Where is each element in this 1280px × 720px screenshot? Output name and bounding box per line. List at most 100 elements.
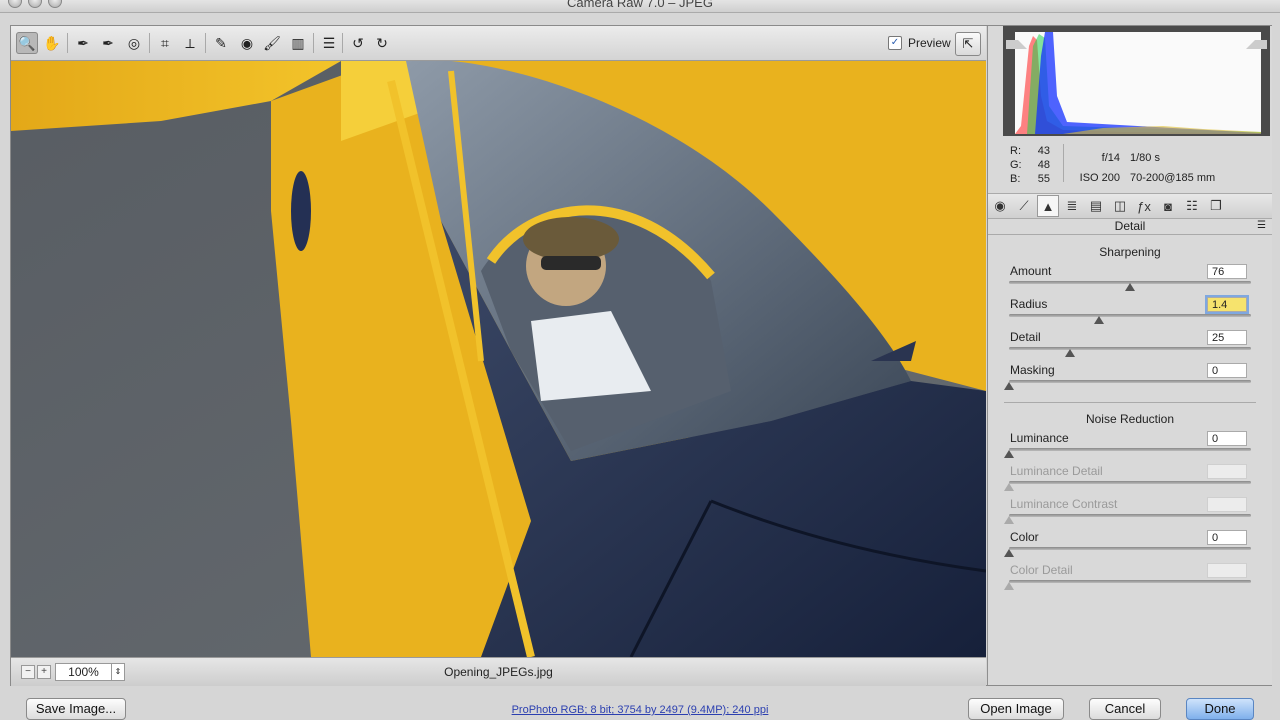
rotate-left-tool[interactable]: ↺: [347, 32, 369, 54]
section-divider: [1004, 402, 1256, 403]
preferences-icon: ☰: [322, 34, 336, 51]
highlight-clipping-toggle[interactable]: [1246, 30, 1267, 49]
color-slider-row: Color 0: [988, 530, 1272, 560]
r-value: 43: [1037, 145, 1050, 157]
graduated-filter-tool[interactable]: ▥: [287, 32, 309, 54]
rotate-right-tool[interactable]: ↻: [371, 32, 393, 54]
zoom-icon: 🔍: [18, 34, 36, 51]
spot-removal-icon: ✎: [215, 34, 227, 51]
toolbar-separator: [313, 33, 314, 53]
crop-tool[interactable]: ⌗: [154, 32, 176, 54]
color-value-field[interactable]: 0: [1207, 530, 1247, 545]
color-label: Color: [1010, 530, 1039, 544]
red-eye-icon: ◉: [240, 34, 254, 51]
luminance-contrast-value-field: [1207, 497, 1247, 512]
r-label: R:: [1010, 145, 1021, 157]
toolbar-separator: [67, 33, 68, 53]
b-value: 55: [1037, 173, 1050, 185]
detail-label: Detail: [1010, 330, 1041, 344]
toolbar-separator: [149, 33, 150, 53]
radius-slider-thumb[interactable]: [1093, 316, 1104, 324]
iso: ISO 200: [1079, 172, 1120, 184]
cancel-button[interactable]: Cancel: [1089, 698, 1161, 720]
detail-slider-track[interactable]: [1009, 347, 1251, 350]
targeted-adjustment-icon: ◎: [127, 34, 141, 51]
split-toning-icon[interactable]: ▤: [1085, 195, 1107, 217]
histogram-graph: [1015, 32, 1261, 134]
color-detail-slider-row: Color Detail: [988, 563, 1272, 593]
luminance-label: Luminance: [1010, 431, 1069, 445]
detail-slider-thumb[interactable]: [1064, 349, 1075, 357]
fullscreen-button[interactable]: ⇱: [955, 32, 981, 56]
luminance-value-field[interactable]: 0: [1207, 431, 1247, 446]
workflow-options-link[interactable]: ProPhoto RGB; 8 bit; 3754 by 2497 (9.4MP…: [0, 704, 1280, 716]
preview-label: Preview: [908, 36, 951, 50]
color-slider-track[interactable]: [1009, 547, 1251, 550]
color-slider-thumb[interactable]: [1004, 549, 1014, 557]
toolbar-separator: [342, 33, 343, 53]
luminance-contrast-slider-row: Luminance Contrast: [988, 497, 1272, 527]
masking-slider-track[interactable]: [1009, 380, 1251, 383]
tone-curve-icon[interactable]: ⟋: [1013, 195, 1035, 217]
hsl-icon[interactable]: ≣: [1061, 195, 1083, 217]
straighten-icon: ⟂: [185, 34, 195, 51]
lens: 70-200@185 mm: [1130, 172, 1216, 184]
masking-slider-row: Masking 0: [988, 363, 1272, 393]
snapshots-icon[interactable]: ❐: [1205, 195, 1227, 217]
masking-value-field[interactable]: 0: [1207, 363, 1247, 378]
adjustment-brush-tool[interactable]: 🖌: [261, 32, 283, 54]
presets-icon[interactable]: ☷: [1181, 195, 1203, 217]
masking-slider-thumb[interactable]: [1004, 382, 1014, 390]
hand-tool[interactable]: ✋: [41, 32, 63, 54]
masking-label: Masking: [1010, 363, 1055, 377]
radius-value-field[interactable]: 1.4: [1207, 297, 1247, 312]
zoom-tool[interactable]: 🔍: [16, 32, 38, 54]
luminance-slider-track[interactable]: [1009, 448, 1251, 451]
radius-label: Radius: [1010, 297, 1048, 311]
shadow-clipping-toggle[interactable]: [1006, 30, 1027, 49]
image-preview[interactable]: [11, 61, 986, 657]
luminance-contrast-slider-track: [1009, 514, 1251, 517]
basic-icon[interactable]: ◉: [989, 195, 1011, 217]
g-value: 48: [1037, 159, 1050, 171]
luminance-detail-slider-thumb: [1004, 483, 1014, 491]
image-status-bar: − + 100% ⇕ Opening_JPEGs.jpg: [11, 657, 986, 686]
color-detail-value-field: [1207, 563, 1247, 578]
detail-value-field[interactable]: 25: [1207, 330, 1247, 345]
window-titlebar: Camera Raw 7.0 – JPEG: [0, 0, 1280, 13]
rotate-left-icon: ↺: [352, 34, 364, 51]
camera-calibration-icon[interactable]: ◙: [1157, 195, 1179, 217]
luminance-detail-value-field: [1207, 464, 1247, 479]
spot-removal-tool[interactable]: ✎: [210, 32, 232, 54]
red-eye-tool[interactable]: ◉: [236, 32, 258, 54]
done-button[interactable]: Done: [1186, 698, 1254, 720]
color-sampler-tool[interactable]: ✒: [97, 32, 119, 54]
airplane-photo: [11, 61, 986, 657]
luminance-slider-thumb[interactable]: [1004, 450, 1014, 458]
straighten-tool[interactable]: ⟂: [179, 32, 201, 54]
camera-raw-dialog: ✓ Preview ⇱ 🔍 ✋ ✒ ✒ ◎ ⌗ ⟂ ✎ ◉ 🖌 ▥ ☰ ↺ ↻: [10, 25, 1272, 686]
color-sampler-icon: ✒: [102, 34, 114, 51]
amount-value-field[interactable]: 76: [1207, 264, 1247, 279]
preview-checkbox[interactable]: ✓: [888, 36, 902, 50]
white-balance-tool[interactable]: ✒: [72, 32, 94, 54]
targeted-adjustment-tool[interactable]: ◎: [123, 32, 145, 54]
color-detail-slider-thumb: [1004, 582, 1014, 590]
lens-corrections-icon[interactable]: ◫: [1109, 195, 1131, 217]
detail-icon[interactable]: ▲: [1037, 195, 1059, 217]
panel-menu-icon[interactable]: ☰: [1257, 218, 1266, 234]
luminance-contrast-slider-thumb: [1004, 516, 1014, 524]
workflow-options-text[interactable]: ProPhoto RGB; 8 bit; 3754 by 2497 (9.4MP…: [512, 704, 769, 716]
crop-icon: ⌗: [161, 34, 169, 51]
preferences-tool[interactable]: ☰: [318, 32, 340, 54]
right-panel: R: 43 G: 48 B: 55 f/14 1/80 s ISO 200 70-200@…: [987, 26, 1272, 685]
open-image-button[interactable]: Open Image: [968, 698, 1064, 720]
amount-slider-thumb[interactable]: [1125, 283, 1135, 291]
preview-toggle[interactable]: ✓ Preview: [888, 36, 951, 50]
radius-slider-track[interactable]: [1009, 314, 1251, 317]
panel-title: Detail: [1114, 219, 1146, 233]
amount-slider-row: Amount 76: [988, 264, 1272, 294]
effects-icon[interactable]: ƒx: [1133, 195, 1155, 217]
window-title: Camera Raw 7.0 – JPEG: [567, 0, 713, 10]
luminance-slider-row: Luminance 0: [988, 431, 1272, 461]
